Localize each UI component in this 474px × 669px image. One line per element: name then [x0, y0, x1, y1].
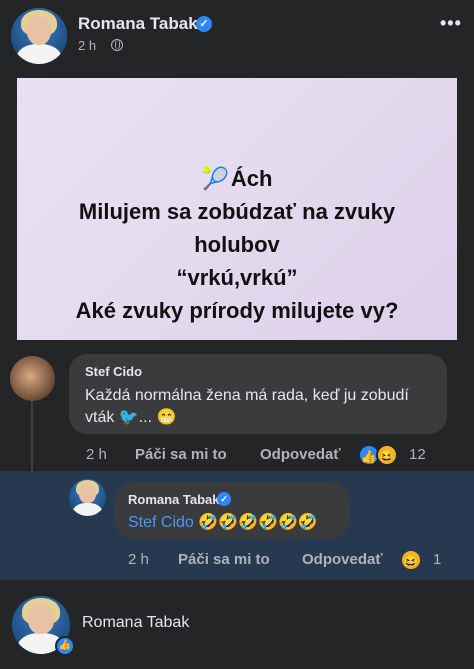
haha-icon[interactable]: 😆 — [376, 444, 398, 466]
post-image[interactable]: 🎾Ách Milujem sa zobúdzať na zvuky holubo… — [0, 72, 474, 340]
like-badge-icon: 👍 — [55, 636, 75, 656]
reply-button[interactable]: Odpovedať — [260, 446, 341, 463]
mention-link[interactable]: Stef Cido — [128, 514, 194, 531]
verified-badge-icon: ✓ — [196, 16, 212, 32]
comment-actions: 2 h Páči sa mi to Odpovedať 👍 😆 12 — [0, 444, 474, 466]
post-time[interactable]: 2 h — [78, 38, 96, 53]
reply-emojis: 🤣🤣🤣🤣🤣🤣 — [198, 514, 318, 531]
reply-avatar[interactable] — [69, 479, 106, 516]
reply-like-button[interactable]: Páči sa mi to — [178, 551, 270, 568]
reaction-count[interactable]: 12 — [409, 446, 426, 463]
image-line-3: holubov — [194, 232, 280, 257]
comment-composer[interactable]: 👍 Romana Tabak — [0, 579, 474, 669]
reply-reply-button[interactable]: Odpovedať — [302, 551, 383, 568]
globe-icon — [111, 39, 123, 51]
image-line-4: “vrkú,vrkú” — [176, 265, 298, 290]
author-name[interactable]: Romana Tabak — [78, 14, 198, 34]
more-options-icon[interactable]: ••• — [440, 13, 462, 34]
image-line-2: Milujem sa zobúdzať na zvuky — [78, 199, 396, 224]
reply-reaction-count[interactable]: 1 — [433, 551, 441, 568]
verified-badge-icon: ✓ — [217, 492, 231, 506]
commenter-avatar[interactable] — [10, 356, 55, 401]
reply-actions: 2 h Páči sa mi to Odpovedať 😆 1 — [0, 549, 474, 571]
image-line-5: Aké zvuky prírody milujete vy? — [75, 298, 399, 323]
image-text: 🎾Ách Milujem sa zobúdzať na zvuky holubo… — [17, 162, 457, 327]
author-avatar[interactable] — [11, 8, 67, 64]
haha-icon[interactable]: 😆 — [400, 549, 422, 571]
comment-time[interactable]: 2 h — [86, 446, 107, 463]
comment-author[interactable]: Stef Cido — [85, 364, 142, 379]
tennis-racket-icon: 🎾 — [201, 166, 229, 191]
comments-section: Stef Cido Každá normálna žena má rada, k… — [0, 340, 474, 669]
image-line-1: Ách — [230, 166, 273, 191]
reply-comment: Romana Tabak ✓ Stef Cido 🤣🤣🤣🤣🤣🤣 2 h Páči… — [0, 471, 474, 579]
image-card: 🎾Ách Milujem sa zobúdzať na zvuky holubo… — [17, 78, 457, 340]
comment-bubble: Stef Cido Každá normálna žena má rada, k… — [69, 354, 447, 434]
comment-text: Každá normálna žena má rada, keď ju zobu… — [85, 387, 409, 426]
composer-name: Romana Tabak — [82, 614, 190, 631]
reply-author[interactable]: Romana Tabak — [128, 492, 220, 507]
reply-text: Stef Cido 🤣🤣🤣🤣🤣🤣 — [128, 512, 318, 532]
reply-time[interactable]: 2 h — [128, 551, 149, 568]
post-header: Romana Tabak ✓ 2 h ••• — [0, 0, 474, 72]
reply-bubble: Romana Tabak ✓ Stef Cido 🤣🤣🤣🤣🤣🤣 — [115, 482, 349, 539]
like-button[interactable]: Páči sa mi to — [135, 446, 227, 463]
